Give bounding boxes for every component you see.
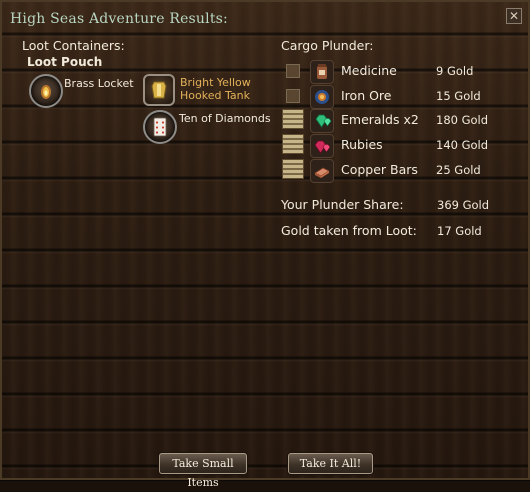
locket-icon (29, 74, 63, 108)
take-small-items-button[interactable]: Take Small Items (159, 453, 247, 489)
loot-item-label: Ten of Diamonds (179, 112, 271, 125)
playing-card-icon (143, 110, 177, 144)
cargo-name: Iron Ore (341, 88, 392, 103)
cargo-row-medicine: Medicine 9 Gold (282, 60, 512, 84)
cargo-name: Copper Bars (341, 162, 418, 177)
crate-icon (282, 109, 304, 129)
cargo-gold: 15 Gold (436, 89, 481, 103)
cargo-row-copper-bars: Copper Bars 25 Gold (282, 159, 512, 183)
small-box-icon (286, 64, 300, 78)
plunder-share-label: Your Plunder Share: (281, 197, 404, 212)
gold-taken-label: Gold taken from Loot: (281, 223, 417, 238)
loot-item-label: Brass Locket (64, 77, 134, 90)
loot-item-label-line2: Hooked Tank (180, 89, 250, 102)
medicine-icon (310, 60, 334, 84)
copper-bars-icon (310, 159, 334, 183)
cargo-name: Emeralds x2 (341, 112, 419, 127)
cargo-name: Medicine (341, 63, 397, 78)
crate-icon (282, 159, 304, 179)
gold-taken-value: 17 Gold (437, 224, 482, 238)
cargo-row-emeralds: Emeralds x2 180 Gold (282, 109, 512, 133)
small-box-icon (286, 89, 300, 103)
loot-item-label-line1: Bright Yellow (180, 76, 251, 89)
emeralds-icon (310, 109, 334, 133)
plunder-share-value: 369 Gold (437, 198, 490, 212)
cargo-gold: 25 Gold (436, 163, 481, 177)
loot-pouch-label: Loot Pouch (27, 55, 103, 69)
take-it-all-button[interactable]: Take It All! (288, 453, 373, 474)
cargo-plunder-heading: Cargo Plunder: (281, 38, 374, 53)
window-title: High Seas Adventure Results: (10, 11, 228, 27)
cargo-row-rubies: Rubies 140 Gold (282, 134, 512, 158)
loot-containers-heading: Loot Containers: (22, 38, 125, 53)
close-button[interactable]: ✕ (506, 8, 522, 24)
close-icon: ✕ (508, 9, 520, 23)
tank-icon (143, 74, 175, 106)
crate-icon (282, 134, 304, 154)
iron-ore-icon (310, 85, 334, 109)
results-window: High Seas Adventure Results: ✕ Loot Cont… (0, 0, 530, 489)
rubies-icon (310, 134, 334, 158)
cargo-gold: 140 Gold (436, 138, 489, 152)
cargo-gold: 180 Gold (436, 113, 489, 127)
cargo-name: Rubies (341, 137, 383, 152)
cargo-row-iron-ore: Iron Ore 15 Gold (282, 85, 512, 109)
cargo-gold: 9 Gold (436, 64, 474, 78)
